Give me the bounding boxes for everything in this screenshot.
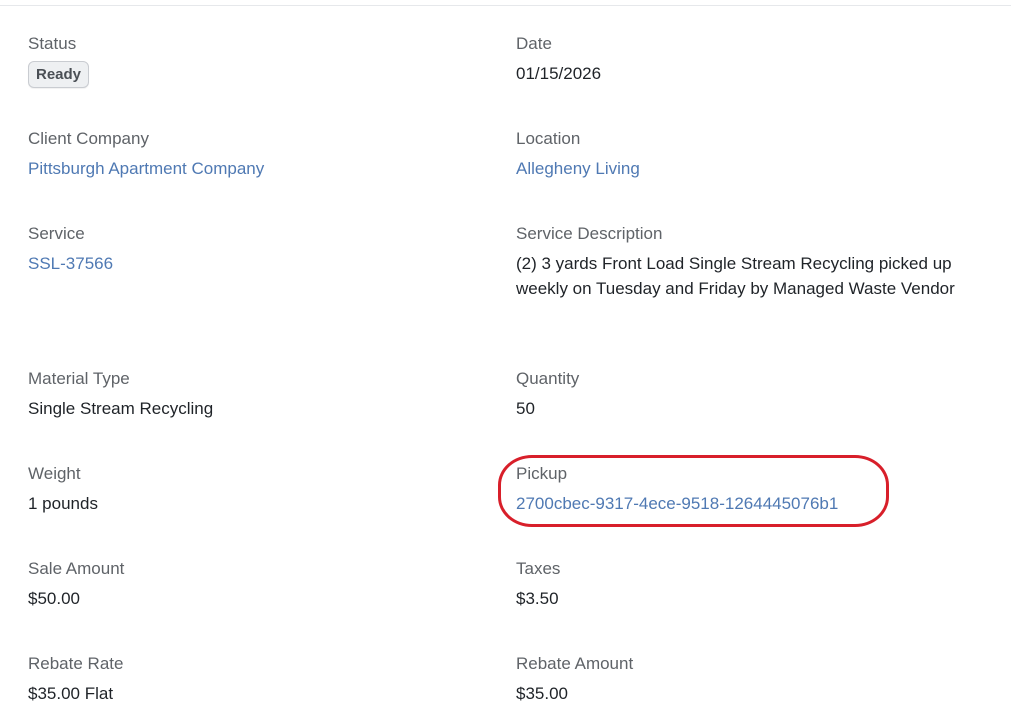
status-field: Status Ready [28, 34, 90, 88]
date-value: 01/15/2026 [516, 64, 602, 83]
pickup-label: Pickup [516, 464, 568, 483]
weight-label: Weight [28, 464, 81, 483]
pickup-link[interactable]: 2700cbec-9317-4ece-9518-1264445076b1 [516, 494, 838, 513]
weight-field: Weight 1 pounds [28, 464, 98, 516]
weight-value: 1 pounds [28, 494, 98, 513]
sale-amount-label: Sale Amount [28, 559, 125, 578]
status-label: Status [28, 34, 77, 53]
top-divider [0, 5, 1011, 6]
client-company-field: Client Company Pittsburgh Apartment Comp… [28, 129, 264, 181]
rebate-rate-value: $35.00 Flat [28, 684, 114, 703]
service-description-field: Service Description (2) 3 yards Front Lo… [516, 224, 976, 301]
taxes-value: $3.50 [516, 589, 559, 608]
rebate-amount-label: Rebate Amount [516, 654, 634, 673]
pickup-field: Pickup 2700cbec-9317-4ece-9518-126444507… [516, 464, 838, 516]
status-badge: Ready [28, 61, 90, 88]
rebate-amount-value: $35.00 [516, 684, 568, 703]
location-link[interactable]: Allegheny Living [516, 159, 640, 178]
service-link[interactable]: SSL-37566 [28, 254, 113, 273]
rebate-rate-field: Rebate Rate $35.00 Flat [28, 654, 123, 706]
client-company-link[interactable]: Pittsburgh Apartment Company [28, 159, 264, 178]
location-field: Location Allegheny Living [516, 129, 640, 181]
service-description-value: (2) 3 yards Front Load Single Stream Rec… [516, 254, 955, 298]
date-label: Date [516, 34, 552, 53]
rebate-amount-field: Rebate Amount $35.00 [516, 654, 633, 706]
service-field: Service SSL-37566 [28, 224, 113, 276]
client-company-label: Client Company [28, 129, 149, 148]
quantity-field: Quantity 50 [516, 369, 579, 421]
date-field: Date 01/15/2026 [516, 34, 601, 86]
location-label: Location [516, 129, 581, 148]
taxes-label: Taxes [516, 559, 561, 578]
quantity-value: 50 [516, 399, 535, 418]
quantity-label: Quantity [516, 369, 580, 388]
service-description-label: Service Description [516, 224, 663, 243]
taxes-field: Taxes $3.50 [516, 559, 560, 611]
service-label: Service [28, 224, 85, 243]
material-type-field: Material Type Single Stream Recycling [28, 369, 213, 421]
material-type-label: Material Type [28, 369, 130, 388]
sale-amount-field: Sale Amount $50.00 [28, 559, 124, 611]
sale-amount-value: $50.00 [28, 589, 80, 608]
material-type-value: Single Stream Recycling [28, 399, 214, 418]
rebate-rate-label: Rebate Rate [28, 654, 124, 673]
